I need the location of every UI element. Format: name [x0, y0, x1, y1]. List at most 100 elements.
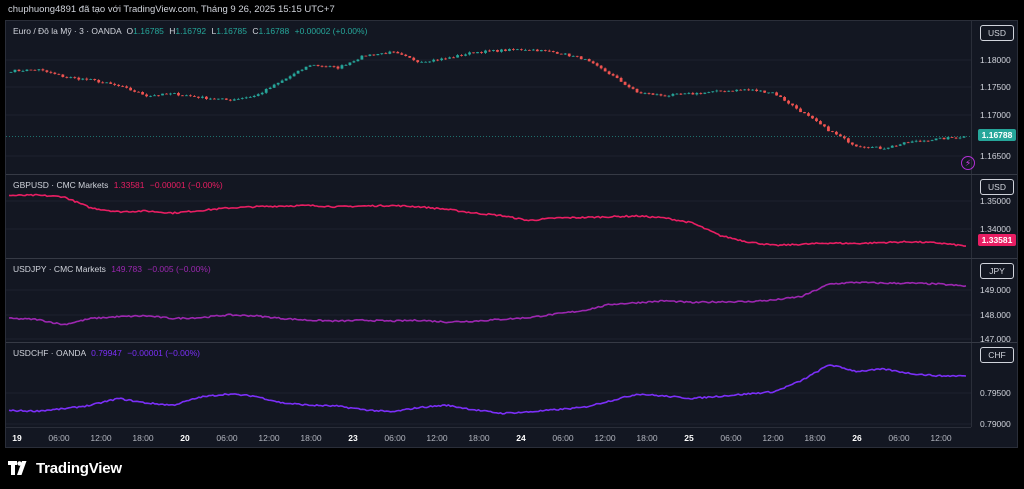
symbol-name[interactable]: GBPUSD · CMC Markets	[13, 180, 108, 190]
candle	[404, 53, 408, 57]
candle	[177, 91, 180, 97]
candle	[958, 136, 962, 140]
candle	[320, 65, 324, 68]
change-value: −0.00001 (−0.00%)	[127, 348, 200, 358]
lightning-icon[interactable]: ⚡	[961, 156, 975, 170]
price-tick: 1.17000	[980, 110, 1011, 120]
candle	[811, 115, 814, 120]
candle	[220, 98, 224, 100]
candle	[527, 49, 531, 51]
currency-button[interactable]: USD	[980, 25, 1014, 41]
candle	[360, 55, 364, 60]
eurusd-candles[interactable]	[6, 21, 971, 175]
candle	[372, 54, 376, 56]
candle	[89, 78, 93, 80]
symbol-name[interactable]: USDJPY · CMC Markets	[13, 264, 106, 274]
candle	[667, 94, 671, 98]
pane-gbpusd[interactable]: GBPUSD · CMC Markets 1.33581 −0.00001 (−…	[6, 175, 1017, 259]
candle	[292, 72, 296, 77]
candle	[827, 125, 830, 132]
candle	[472, 52, 475, 54]
time-axis[interactable]: 19 06:00 12:00 18:00 20 06:00 12:00 18:00 23 06:0…	[6, 427, 971, 447]
price-scale-usdchf[interactable]: CHF 0.79500 0.79000	[971, 343, 1017, 427]
time-axis-label: 06:00	[888, 433, 910, 443]
brand-name: TradingView	[36, 459, 122, 477]
candle	[436, 59, 440, 62]
currency-button[interactable]: JPY	[980, 263, 1014, 279]
currency-button[interactable]: USD	[980, 179, 1014, 195]
candle	[699, 92, 703, 95]
tradingview-logo-icon	[8, 461, 27, 475]
candle	[464, 53, 467, 57]
candle	[117, 84, 121, 87]
candle	[815, 117, 818, 122]
candle	[846, 137, 850, 144]
candle	[902, 142, 906, 146]
legend-usdchf: USDCHF · OANDA 0.79947 −0.00001 (−0.00%)	[13, 348, 203, 358]
candle	[53, 71, 57, 75]
candle	[85, 77, 89, 81]
tradingview-logo[interactable]: TradingView	[8, 458, 122, 478]
candle	[898, 143, 902, 147]
candle	[819, 120, 822, 125]
price-scale-usdjpy[interactable]: JPY 149.000 148.000 147.000	[971, 259, 1017, 342]
candle	[627, 83, 631, 89]
candle	[284, 78, 288, 81]
candle	[161, 93, 164, 96]
legend-eurusd: Euro / Đô la Mỹ · 3 · OANDA O1.16785 H1.…	[13, 26, 370, 36]
legend-gbpusd: GBPUSD · CMC Markets 1.33581 −0.00001 (−…	[13, 180, 226, 190]
candle	[204, 95, 208, 100]
candle	[623, 81, 627, 86]
candle	[954, 136, 958, 140]
current-value: 149.783	[111, 264, 142, 274]
candle	[523, 48, 527, 51]
symbol-name[interactable]: USDCHF · OANDA	[13, 348, 86, 358]
candle	[559, 53, 563, 55]
pane-usdjpy[interactable]: USDJPY · CMC Markets 149.783 −0.005 (−0.…	[6, 259, 1017, 343]
candle	[440, 57, 444, 62]
candle	[416, 59, 420, 64]
symbol-name[interactable]: Euro / Đô la Mỹ · 3 · OANDA	[13, 26, 121, 36]
pane-eurusd[interactable]: Euro / Đô la Mỹ · 3 · OANDA O1.16785 H1.…	[6, 21, 1017, 175]
series-line	[8, 193, 966, 247]
price-scale-eurusd[interactable]: USD 1.18000 1.17500 1.17000 1.16500 1.16…	[971, 21, 1017, 174]
time-axis-label: 18:00	[132, 433, 154, 443]
candle	[97, 79, 101, 84]
candle	[456, 54, 459, 58]
candle	[739, 89, 743, 91]
price-tick: 0.79000	[980, 419, 1011, 427]
candle	[635, 88, 639, 93]
candle	[791, 103, 794, 107]
time-axis-label: 06:00	[384, 433, 406, 443]
currency-button[interactable]: CHF	[980, 347, 1014, 363]
candle	[364, 55, 368, 57]
candle	[73, 76, 77, 79]
price-tick: 147.000	[980, 334, 1011, 343]
candle	[300, 69, 304, 72]
candle	[93, 78, 97, 82]
candle	[563, 52, 567, 55]
candle	[639, 91, 643, 94]
candle	[380, 53, 384, 56]
candle	[719, 90, 723, 92]
candle	[101, 81, 105, 84]
candle	[125, 85, 129, 89]
candle	[647, 92, 651, 95]
time-axis-label: 25	[684, 433, 694, 443]
candle	[500, 48, 503, 53]
candle	[695, 92, 699, 96]
chart-area[interactable]: Euro / Đô la Mỹ · 3 · OANDA O1.16785 H1.…	[5, 20, 1018, 448]
candle	[723, 90, 727, 93]
candle	[858, 145, 862, 148]
time-axis-label: 12:00	[90, 433, 112, 443]
candle	[516, 48, 519, 51]
time-axis-label: 18:00	[636, 433, 658, 443]
candle	[823, 124, 826, 128]
candle	[615, 74, 619, 79]
candle	[795, 104, 798, 110]
candle	[105, 82, 109, 84]
pane-usdchf[interactable]: USDCHF · OANDA 0.79947 −0.00001 (−0.00%)…	[6, 343, 1017, 427]
candle	[240, 97, 244, 100]
candle	[193, 95, 196, 97]
price-scale-gbpusd[interactable]: USD 1.35000 1.34000 1.33581	[971, 175, 1017, 258]
